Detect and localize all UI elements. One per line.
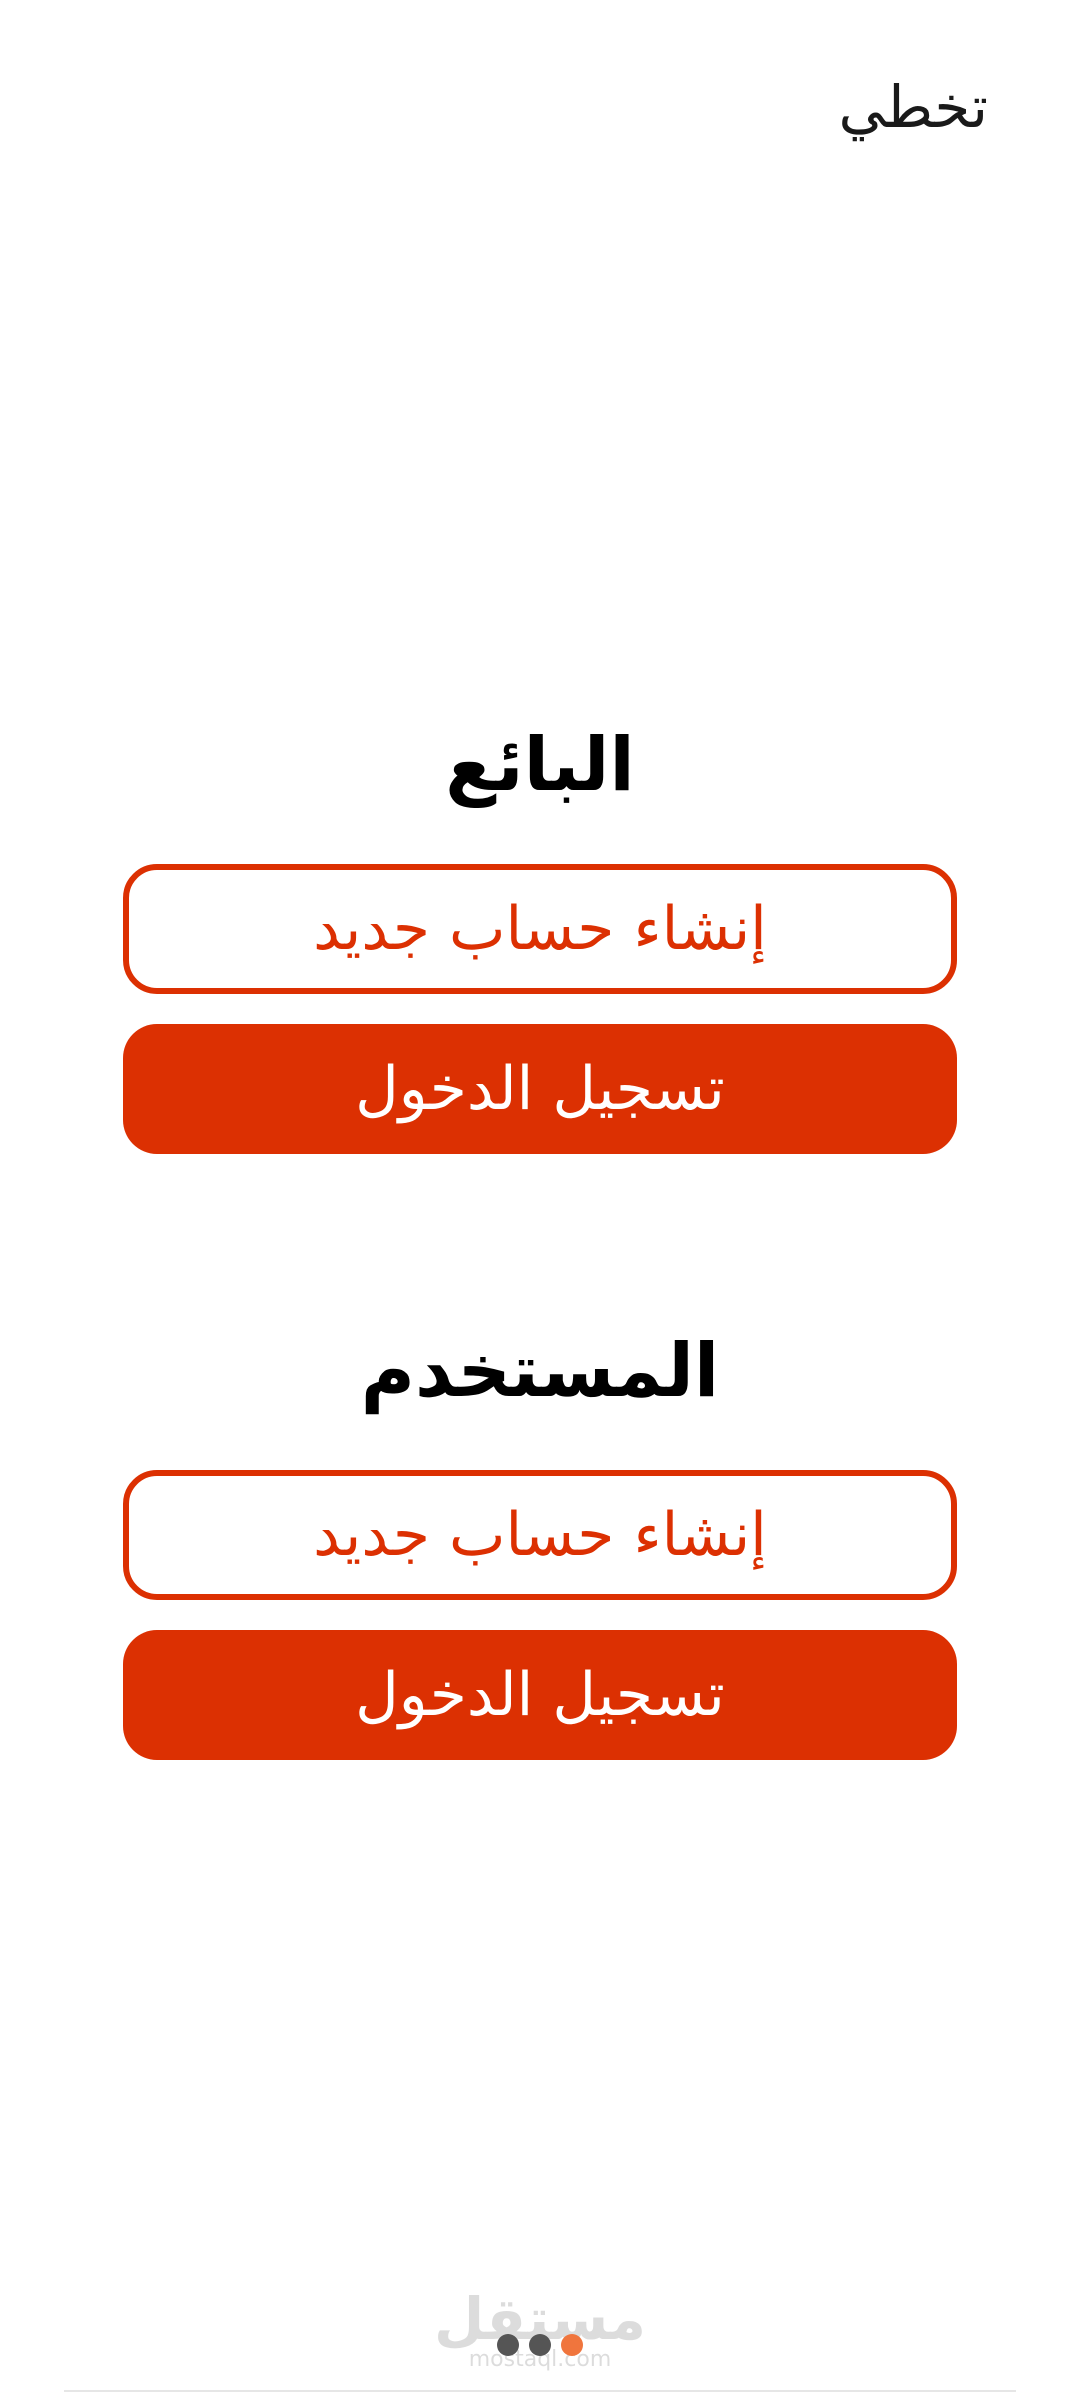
user-section-title: المستخدم [360, 1328, 720, 1414]
page-indicator [0, 2334, 1080, 2356]
user-register-button[interactable]: إنشاء حساب جديد [123, 1470, 957, 1600]
home-indicator [64, 2390, 1016, 2392]
seller-register-button[interactable]: إنشاء حساب جديد [123, 864, 957, 994]
user-login-button[interactable]: تسجيل الدخول [123, 1630, 957, 1760]
watermark: مستقل mostaql.com [0, 2290, 1080, 2372]
user-login-label: تسجيل الدخول [355, 1660, 725, 1730]
seller-login-button[interactable]: تسجيل الدخول [123, 1024, 957, 1154]
user-register-label: إنشاء حساب جديد [313, 1500, 767, 1570]
seller-section-title: البائع [445, 722, 635, 808]
page-dot[interactable] [529, 2334, 551, 2356]
seller-login-label: تسجيل الدخول [355, 1054, 725, 1124]
skip-button[interactable]: تخطي [838, 78, 988, 136]
seller-register-label: إنشاء حساب جديد [313, 894, 767, 964]
page-dot[interactable] [497, 2334, 519, 2356]
welcome-screen: تخطي البائع إنشاء حساب جديد تسجيل الدخول… [0, 0, 1080, 2400]
page-dot[interactable] [561, 2334, 583, 2356]
